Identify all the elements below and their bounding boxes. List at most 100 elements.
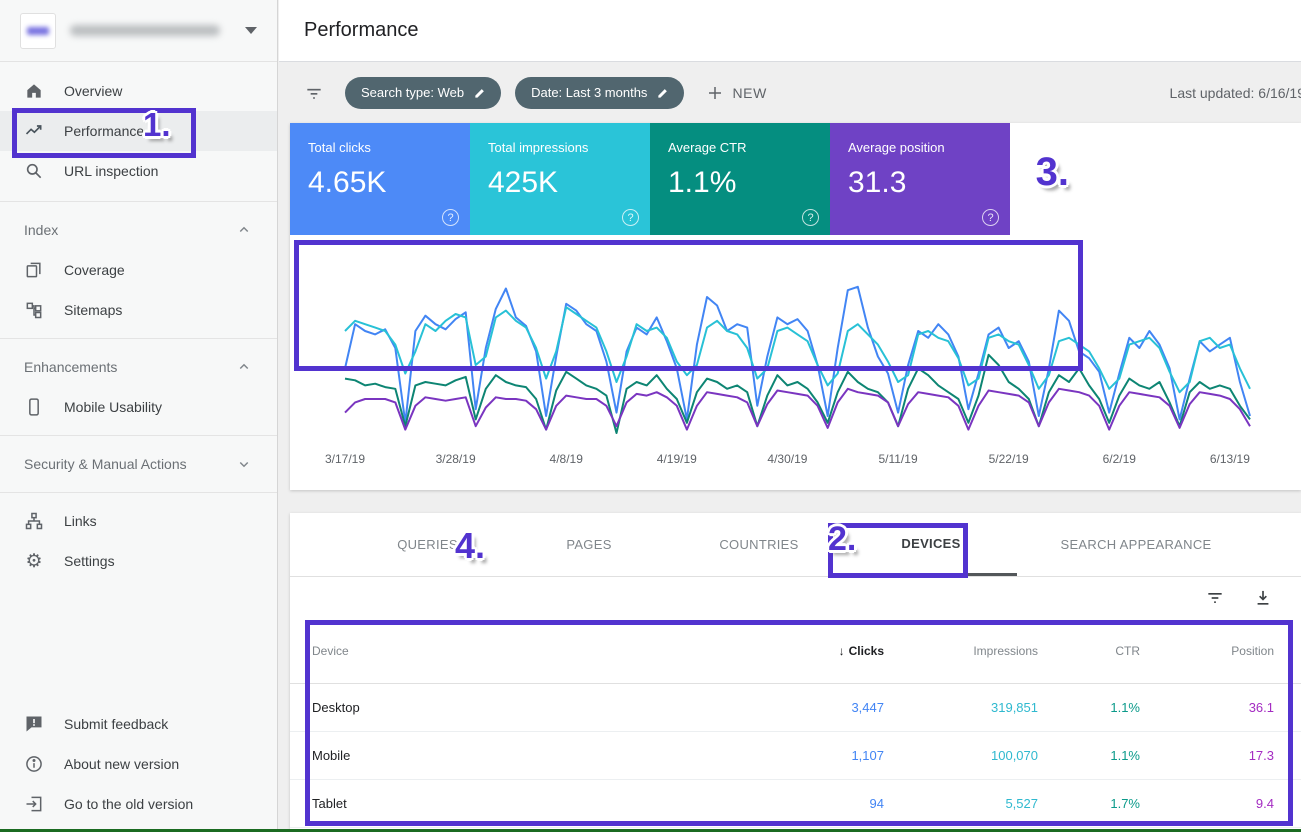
feedback-icon <box>24 714 44 734</box>
sidebar-item-submit-feedback[interactable]: Submit feedback <box>0 704 277 744</box>
x-axis-tick: 5/11/19 <box>868 452 928 466</box>
ctr-cell: 1.1% <box>1038 748 1140 763</box>
exit-icon <box>24 794 44 814</box>
plus-icon <box>706 84 724 102</box>
sidebar-item-performance[interactable]: Performance <box>0 111 277 151</box>
filter-bar: Search type: Web Date: Last 3 months NEW… <box>279 62 1301 123</box>
section-header-security[interactable]: Security & Manual Actions <box>0 444 277 484</box>
table-toolbar <box>290 577 1301 619</box>
sidebar-item-old-version[interactable]: Go to the old version <box>0 784 277 824</box>
download-icon[interactable] <box>1253 588 1273 608</box>
chip-label: Search type: Web <box>361 85 464 100</box>
sort-desc-icon: ↓ <box>839 644 845 658</box>
tab-queries[interactable]: QUERIES <box>350 513 505 576</box>
last-updated-label: Last updated: 6/16/19 <box>1170 85 1301 101</box>
tab-devices[interactable]: DEVICES <box>845 513 1017 576</box>
column-header-device[interactable]: Device <box>290 644 734 658</box>
sidebar-item-mobile-usability[interactable]: Mobile Usability <box>0 387 277 427</box>
page-header: Performance <box>279 0 1301 62</box>
filter-list-icon[interactable] <box>304 83 324 103</box>
average-position-card[interactable]: Average position 31.3 ? <box>830 123 1010 235</box>
sidebar-item-url-inspection[interactable]: URL inspection <box>0 151 277 191</box>
sidebar-item-sitemaps[interactable]: Sitemaps <box>0 290 277 330</box>
info-icon <box>24 754 44 774</box>
sidebar-item-overview[interactable]: Overview <box>0 71 277 111</box>
device-cell: Tablet <box>290 796 734 811</box>
metric-label: Total impressions <box>488 140 632 155</box>
sidebar-item-settings[interactable]: ⚙ Settings <box>0 541 277 581</box>
caret-down-icon <box>245 27 257 34</box>
sidebar-item-label: About new version <box>64 756 179 772</box>
property-logo <box>20 13 56 49</box>
sidebar-item-label: URL inspection <box>64 163 158 179</box>
column-header-ctr[interactable]: CTR <box>1038 644 1140 658</box>
metric-cards-row: Total clicks 4.65K ? Total impressions 4… <box>290 123 1301 235</box>
metric-label: Total clicks <box>308 140 452 155</box>
sitemaps-icon <box>24 300 44 320</box>
average-ctr-card[interactable]: Average CTR 1.1% ? <box>650 123 830 235</box>
impressions-cell: 319,851 <box>884 700 1038 715</box>
section-header-enhancements[interactable]: Enhancements <box>0 347 277 387</box>
column-header-impressions[interactable]: Impressions <box>884 644 1038 658</box>
sidebar-item-label: Overview <box>64 83 122 99</box>
clicks-cell: 94 <box>734 796 884 811</box>
x-axis-tick: 4/30/19 <box>757 452 817 466</box>
sidebar: Overview Performance URL inspection Inde… <box>0 0 278 832</box>
table-row-mobile[interactable]: Mobile 1,107 100,070 1.1% 17.3 <box>290 732 1301 780</box>
metric-value: 1.1% <box>668 166 812 200</box>
new-filter-button[interactable]: NEW <box>706 84 766 102</box>
table-row-desktop[interactable]: Desktop 3,447 319,851 1.1% 36.1 <box>290 684 1301 732</box>
sidebar-item-label: Sitemaps <box>64 302 122 318</box>
section-title: Index <box>24 222 58 238</box>
home-icon <box>24 81 44 101</box>
x-axis-tick: 4/19/19 <box>647 452 707 466</box>
help-icon[interactable]: ? <box>442 209 459 226</box>
x-axis-tick: 5/22/19 <box>979 452 1039 466</box>
x-axis-tick: 3/28/19 <box>426 452 486 466</box>
column-header-position[interactable]: Position <box>1140 644 1274 658</box>
property-selector[interactable] <box>0 0 277 62</box>
dimensions-table-card: QUERIES PAGES COUNTRIES DEVICES SEARCH A… <box>290 513 1301 829</box>
help-icon[interactable]: ? <box>622 209 639 226</box>
sidebar-item-label: Submit feedback <box>64 716 168 732</box>
sidebar-item-links[interactable]: Links <box>0 501 277 541</box>
total-clicks-card[interactable]: Total clicks 4.65K ? <box>290 123 470 235</box>
clicks-cell: 3,447 <box>734 700 884 715</box>
date-range-chip[interactable]: Date: Last 3 months <box>515 77 684 109</box>
filter-list-icon[interactable] <box>1205 588 1225 608</box>
section-title: Security & Manual Actions <box>24 456 187 472</box>
tab-pages[interactable]: PAGES <box>505 513 673 576</box>
sidebar-item-coverage[interactable]: Coverage <box>0 250 277 290</box>
x-axis-tick: 6/13/19 <box>1200 452 1260 466</box>
search-type-chip[interactable]: Search type: Web <box>345 77 501 109</box>
chip-label: Date: Last 3 months <box>531 85 647 100</box>
metric-label: Average CTR <box>668 140 812 155</box>
sidebar-item-about-new-version[interactable]: About new version <box>0 744 277 784</box>
x-axis-tick: 4/8/19 <box>536 452 596 466</box>
position-cell: 36.1 <box>1140 700 1274 715</box>
column-header-label: Clicks <box>849 644 884 658</box>
help-icon[interactable]: ? <box>802 209 819 226</box>
sidebar-footer: Submit feedback About new version Go to … <box>0 704 277 824</box>
metric-label: Average position <box>848 140 992 155</box>
tab-search-appearance[interactable]: SEARCH APPEARANCE <box>1017 513 1255 576</box>
sidebar-item-label: Performance <box>64 123 144 139</box>
performance-chart-card: Total clicks 4.65K ? Total impressions 4… <box>290 123 1301 490</box>
total-impressions-card[interactable]: Total impressions 425K ? <box>470 123 650 235</box>
metric-value: 31.3 <box>848 166 992 200</box>
blurred-logo <box>27 27 49 35</box>
trending-up-icon <box>24 121 44 141</box>
tab-countries[interactable]: COUNTRIES <box>673 513 845 576</box>
table-row-tablet[interactable]: Tablet 94 5,527 1.7% 9.4 <box>290 780 1301 828</box>
metric-value: 425K <box>488 166 632 200</box>
device-cell: Desktop <box>290 700 734 715</box>
table-header-row: Device ↓ Clicks Impressions CTR Position <box>290 619 1301 684</box>
section-header-index[interactable]: Index <box>0 210 277 250</box>
help-icon[interactable]: ? <box>982 209 999 226</box>
dimension-tabs: QUERIES PAGES COUNTRIES DEVICES SEARCH A… <box>290 513 1301 577</box>
impressions-cell: 100,070 <box>884 748 1038 763</box>
ctr-cell: 1.7% <box>1038 796 1140 811</box>
column-header-clicks[interactable]: ↓ Clicks <box>734 644 884 658</box>
search-icon <box>24 161 44 181</box>
metric-value: 4.65K <box>308 166 452 200</box>
